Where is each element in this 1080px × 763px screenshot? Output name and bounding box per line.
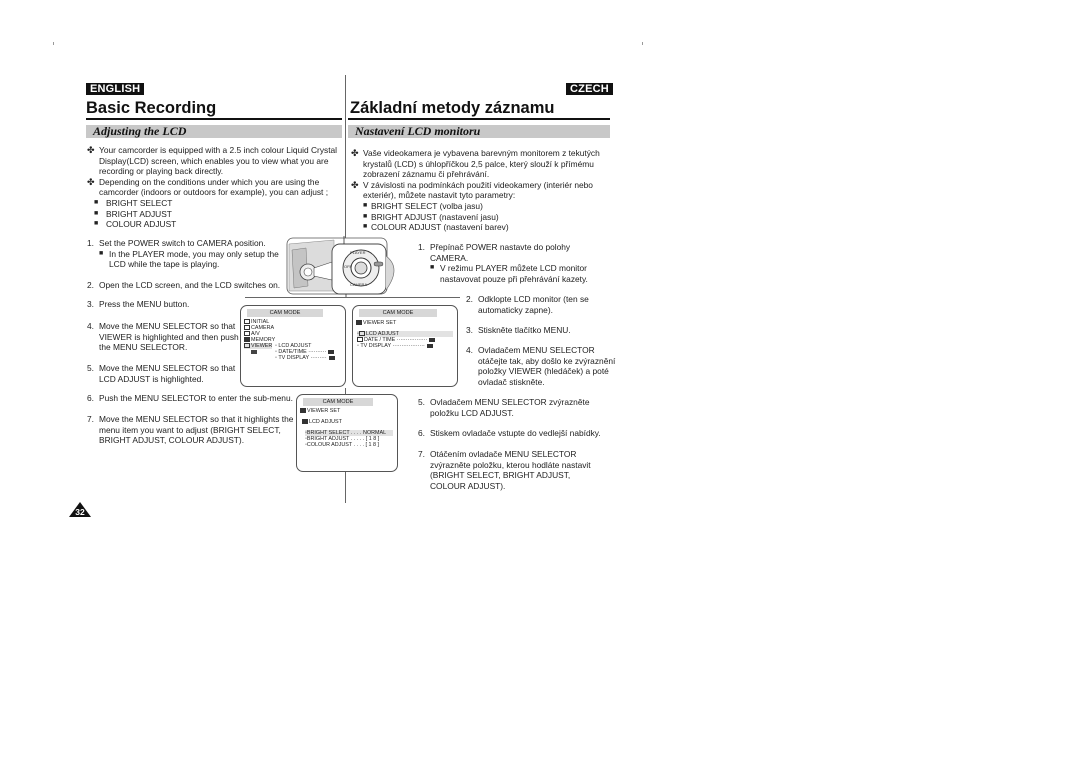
czech-step-5: 5. Ovladačem MENU SELECTOR zvýrazněte pol… [418,397,590,418]
menu-icon [244,337,250,343]
menu-screen-2: CAM MODE VIEWER SET ◦ LCD ADJUST DATE / T… [352,305,458,387]
square-bullet-icon: ■ [363,201,368,209]
bullet-icon: ✤ [87,145,95,155]
square-bullet-icon: ■ [430,264,435,272]
viewer-icon [251,350,257,354]
czech-step-3: 3. Stiskněte tlačítko MENU. [466,325,571,335]
page-title-czech: Základní metody záznamu [350,99,555,117]
english-step-5: 5. Move the MENU SELECTOR so that LCD ADJ… [87,363,236,384]
setting-icon [429,337,436,342]
czech-step-1: 1. Přepínač POWER nastavte do polohy CAME… [418,242,608,284]
czech-step-2: 2. Odklopte LCD monitor (ten se automatic… [466,294,589,315]
english-step-3: 3. Press the MENU button. [87,299,190,309]
bullet-icon: ✤ [351,179,359,190]
page-number: 32 [75,507,85,517]
square-bullet-icon: ■ [94,198,99,206]
option-item: ■ COLOUR ADJUST (nastavení barev) [363,222,509,233]
language-badge-czech: CZECH [566,83,613,95]
czech-intro: ✤ Vaše videokamera je vybavena barevným m… [351,148,606,233]
title-rule-left [86,118,342,120]
setting-row: ◦COLOUR ADJUST . . . . [ 1 8 ] [305,442,380,448]
submenu-item: ◦ TV DISPLAY ········· [275,355,335,361]
viewer-icon [356,320,362,326]
title-rule-right [348,118,610,120]
screen-mode-label: CAM MODE [359,309,437,317]
bullet-icon: ✤ [87,176,95,187]
menu-icon [244,319,250,325]
dial-label-camera: CAMERA [350,282,368,287]
intro-bullet: ✤ Your camcorder is equipped with a 2.5 i… [87,145,338,177]
czech-step-6: 6. Stiskem ovladače vstupte do vedlejší n… [418,428,601,438]
english-step-7: 7. Move the MENU SELECTOR so that it high… [87,414,294,446]
option-item: ■ BRIGHT SELECT [94,197,173,208]
setting-icon [328,349,335,354]
intro-bullet: ✤ V závislosti na podmínkách použití vide… [351,179,593,201]
square-bullet-icon: ■ [363,223,368,231]
english-intro: ✤ Your camcorder is equipped with a 2.5 i… [87,145,342,230]
lcd-icon [302,419,308,425]
option-item: ■ BRIGHT SELECT (volba jasu) [363,200,483,211]
menu-item-selected: VIEWER [244,343,273,350]
section-heading-czech: Nastavení LCD monitoru [348,125,610,138]
language-badge-english: ENGLISH [86,83,145,95]
option-item: ■ COLOUR ADJUST [94,219,177,230]
option-item: ■ BRIGHT ADJUST (nastavení jasu) [363,211,499,222]
setting-icon [426,343,433,348]
crop-mark [53,42,54,45]
step-note: ■ In the PLAYER mode, you may only setup … [99,248,279,270]
czech-step-4: 4. Ovladačem MENU SELECTOR otáčejte tak, … [466,345,616,387]
page-title-english: Basic Recording [86,99,217,117]
screen-mode-label: CAM MODE [247,309,323,317]
section-heading-english: Adjusting the LCD [86,125,342,138]
czech-step-7: 7. Otáčením ovladače MENU SELECTOR zvýraz… [418,449,591,491]
screen-heading: VIEWER SET [300,408,340,414]
screen-heading: VIEWER SET [356,320,396,326]
square-bullet-icon: ■ [94,209,99,217]
english-step-4: 4. Move the MENU SELECTOR so that VIEWER … [87,321,239,353]
menu-icon [357,337,363,343]
camera-dial-illustration: PLAYER OFF CAMERA [286,236,406,298]
intro-bullet: ✤ Vaše videokamera je vybavena barevným m… [351,148,600,180]
square-bullet-icon: ■ [363,212,368,220]
menu-screen-1: CAM MODE INITIAL CAMERA A/V MEMORY VIEWE… [240,305,346,387]
menu-icon [358,331,365,337]
connector-line [355,297,460,298]
bullet-icon: ✤ [351,148,359,158]
intro-bullet: ✤ Depending on the conditions under which… [87,176,329,198]
viewer-icon [300,408,306,414]
setting-icon [328,355,335,360]
menu-item: ◦ TV DISPLAY ·················· [357,343,433,349]
dial-label-player: PLAYER [350,250,366,255]
screen-subheading: LCD ADJUST [302,419,342,425]
menu-screen-3: CAM MODE VIEWER SET LCD ADJUST ◦BRIGHT S… [296,394,398,472]
step-note: ■ V režimu PLAYER můžete LCD monitor nast… [430,263,588,284]
column-divider [345,75,346,245]
english-step-6: 6. Push the MENU SELECTOR to enter the su… [87,393,293,403]
english-step-2: 2. Open the LCD screen, and the LCD switc… [87,280,281,290]
square-bullet-icon: ■ [99,249,104,257]
dial-label-off: OFF [344,264,352,269]
screen-mode-label: CAM MODE [303,398,373,406]
menu-icon [244,325,250,331]
english-step-1: 1. Set the POWER switch to CAMERA positio… [87,238,287,270]
connector-line [245,297,355,298]
crop-mark [642,42,643,45]
square-bullet-icon: ■ [94,220,99,228]
menu-icon [244,343,250,349]
menu-icon [244,331,250,337]
option-item: ■ BRIGHT ADJUST [94,208,172,219]
